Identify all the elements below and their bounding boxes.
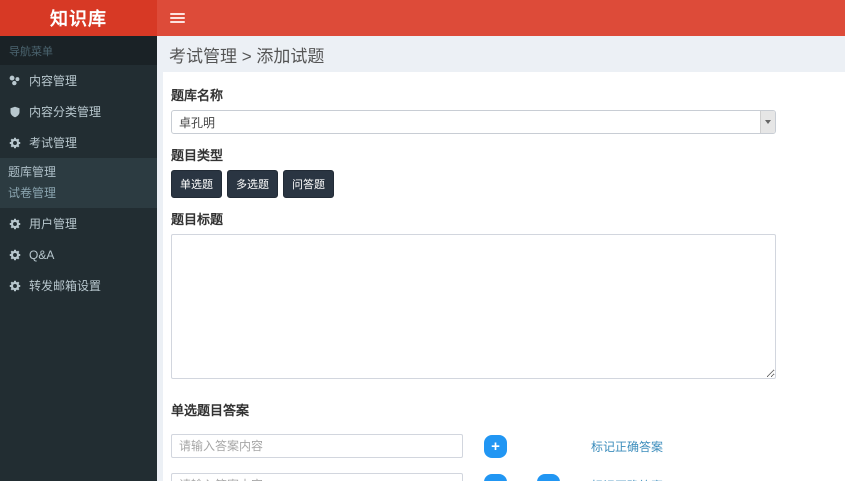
answer-row: + - 标记正确答案	[171, 473, 845, 481]
sidebar-item-test-paper-management[interactable]: 试卷管理	[0, 182, 157, 203]
top-header: 知识库	[0, 0, 845, 36]
remove-answer-button[interactable]: -	[537, 473, 560, 481]
main-area: 导航菜单 内容管理 内容分类管理 考试管理 题库管理 试卷管理 用户管理 Q&A…	[0, 36, 845, 481]
exam-management-submenu: 题库管理 试卷管理	[0, 158, 157, 208]
sidebar-item-user-management[interactable]: 用户管理	[0, 208, 157, 239]
sidebar-item-content-management[interactable]: 内容管理	[0, 65, 157, 96]
mark-correct-link[interactable]: 标记正确答案	[591, 477, 663, 481]
bank-name-label: 题库名称	[171, 88, 224, 103]
breadcrumb: 考试管理 > 添加试题	[169, 46, 325, 66]
hamburger-icon[interactable]	[170, 13, 185, 23]
sidebar-item-question-bank-management[interactable]: 题库管理	[0, 161, 157, 182]
sidebar-item-label: Q&A	[29, 247, 55, 262]
question-title-label: 题目标题	[171, 212, 224, 227]
bank-name-select[interactable]: 卓孔明	[171, 110, 776, 134]
app-window: 知识库 导航菜单 内容管理 内容分类管理 考试管理 题库管理 试卷管理 用户管理…	[0, 0, 845, 481]
gear-icon	[7, 249, 22, 261]
qa-question-button[interactable]: 问答题	[283, 170, 334, 198]
sidebar-item-forward-mailbox-settings[interactable]: 转发邮箱设置	[0, 270, 157, 301]
sidebar-item-content-category-management[interactable]: 内容分类管理	[0, 96, 157, 127]
answer-input[interactable]	[171, 434, 463, 458]
add-question-form: 题库名称 卓孔明 题目类型 单选题 多选题 问答题 题目标题 单选题目答案 请输…	[163, 72, 845, 481]
chevron-down-icon[interactable]	[760, 111, 775, 133]
multiple-choice-button[interactable]: 多选题	[227, 170, 278, 198]
question-type-group: 题目类型 单选题 多选题 问答题	[171, 145, 845, 198]
top-navbar	[157, 0, 845, 36]
sidebar-item-label: 内容管理	[29, 74, 78, 88]
answer-input[interactable]	[171, 473, 463, 481]
mark-correct-link[interactable]: 标记正确答案	[591, 438, 663, 455]
question-type-buttons: 单选题 多选题 问答题	[171, 170, 845, 198]
question-type-label: 题目类型	[171, 148, 224, 163]
bank-name-selected-value: 卓孔明	[179, 115, 216, 130]
answer-row: + 标记正确答案	[171, 434, 845, 458]
sidebar-item-exam-management[interactable]: 考试管理	[0, 127, 157, 158]
gear-icon	[7, 137, 22, 149]
sidebar: 导航菜单 内容管理 内容分类管理 考试管理 题库管理 试卷管理 用户管理 Q&A…	[0, 36, 157, 481]
sidebar-item-qa[interactable]: Q&A	[0, 239, 157, 270]
single-choice-button[interactable]: 单选题	[171, 170, 222, 198]
sidebar-item-label: 考试管理	[29, 136, 78, 150]
circles-icon	[7, 74, 22, 87]
sidebar-item-label: 用户管理	[29, 217, 78, 231]
question-title-group: 题目标题	[171, 209, 845, 384]
answers-section-label: 单选题目答案	[171, 403, 250, 418]
add-answer-button[interactable]: +	[484, 473, 507, 481]
add-answer-button[interactable]: +	[484, 434, 507, 458]
gear-icon	[7, 280, 22, 292]
submenu-item-label: 试卷管理	[8, 186, 57, 200]
sidebar-section-label: 导航菜单	[0, 36, 157, 65]
sidebar-item-label: 转发邮箱设置	[29, 279, 102, 293]
bank-name-group: 题库名称 卓孔明	[171, 85, 845, 134]
sidebar-item-label: 内容分类管理	[29, 105, 102, 119]
gear-icon	[7, 218, 22, 230]
question-title-textarea[interactable]	[171, 234, 776, 379]
content-wrapper: 考试管理 > 添加试题 题库名称 卓孔明 题目类型 单选题 多选题 问答题 题目…	[157, 36, 845, 481]
shield-icon	[7, 106, 22, 118]
submenu-item-label: 题库管理	[8, 165, 57, 179]
app-logo[interactable]: 知识库	[0, 0, 157, 36]
